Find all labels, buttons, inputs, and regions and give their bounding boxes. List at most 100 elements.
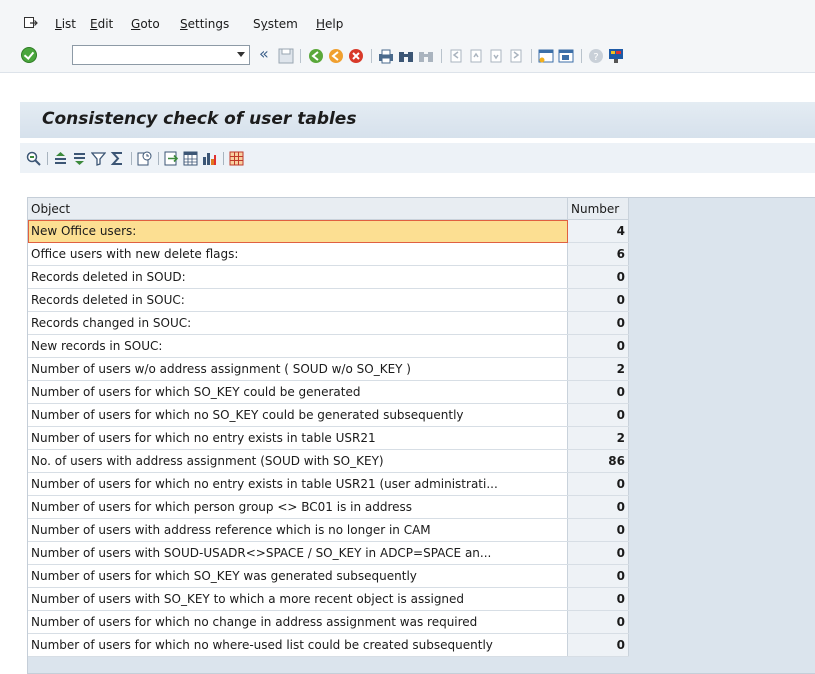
- find-next-icon[interactable]: [418, 48, 434, 64]
- object-cell[interactable]: Number of users for which no change in a…: [28, 610, 568, 634]
- next-page-icon[interactable]: [488, 48, 504, 64]
- object-cell[interactable]: Number of users for which no entry exist…: [28, 426, 568, 450]
- save-icon[interactable]: [278, 48, 294, 64]
- menu-exit-icon[interactable]: [24, 17, 38, 29]
- number-cell[interactable]: 0: [567, 541, 629, 565]
- number-cell[interactable]: 0: [567, 380, 629, 404]
- object-cell[interactable]: Number of users with SO_KEY to which a m…: [28, 587, 568, 611]
- sort-descending-icon[interactable]: [72, 151, 87, 166]
- object-cell[interactable]: Number of users w/o address assignment (…: [28, 357, 568, 381]
- cancel-icon[interactable]: [348, 48, 364, 64]
- svg-text:?: ?: [593, 52, 598, 63]
- back-icon[interactable]: [308, 48, 324, 64]
- table-row[interactable]: Number of users for which no entry exist…: [28, 472, 629, 496]
- menu-list[interactable]: List: [55, 17, 76, 31]
- table-row[interactable]: Office users with new delete flags: 6: [28, 242, 629, 266]
- total-icon[interactable]: [110, 151, 125, 166]
- number-cell[interactable]: 0: [567, 334, 629, 358]
- number-cell[interactable]: 86: [567, 449, 629, 473]
- number-cell[interactable]: 0: [567, 311, 629, 335]
- exit-icon[interactable]: [328, 48, 344, 64]
- table-row[interactable]: No. of users with address assignment (SO…: [28, 449, 629, 473]
- object-cell[interactable]: Number of users for which no entry exist…: [28, 472, 568, 496]
- table-row[interactable]: Records deleted in SOUC: 0: [28, 288, 629, 312]
- object-cell[interactable]: Records deleted in SOUD:: [28, 265, 568, 289]
- table-row[interactable]: Number of users with SO_KEY to which a m…: [28, 587, 629, 611]
- command-field[interactable]: [72, 45, 250, 65]
- object-cell[interactable]: No. of users with address assignment (SO…: [28, 449, 568, 473]
- menu-settings[interactable]: Settings: [180, 17, 229, 31]
- number-cell[interactable]: 2: [567, 426, 629, 450]
- table-row[interactable]: Number of users for which SO_KEY was gen…: [28, 564, 629, 588]
- number-cell[interactable]: 0: [567, 288, 629, 312]
- table-row[interactable]: New Office users: 4: [28, 219, 629, 243]
- object-cell[interactable]: Number of users for which SO_KEY could b…: [28, 380, 568, 404]
- object-cell[interactable]: Number of users with SOUD-USADR<>SPACE /…: [28, 541, 568, 565]
- details-icon[interactable]: [26, 151, 41, 166]
- table-row[interactable]: Number of users for which no entry exist…: [28, 426, 629, 450]
- object-cell[interactable]: Office users with new delete flags:: [28, 242, 568, 266]
- object-cell[interactable]: Number of users with address reference w…: [28, 518, 568, 542]
- double-chevron-left-icon[interactable]: «: [259, 44, 269, 64]
- object-cell[interactable]: Records deleted in SOUC:: [28, 288, 568, 312]
- find-icon[interactable]: [398, 48, 414, 64]
- number-cell[interactable]: 0: [567, 403, 629, 427]
- table-row[interactable]: Records changed in SOUC: 0: [28, 311, 629, 335]
- number-cell[interactable]: 0: [567, 564, 629, 588]
- number-cell[interactable]: 0: [567, 472, 629, 496]
- chevron-down-icon[interactable]: [237, 52, 245, 57]
- filter-icon[interactable]: [91, 151, 106, 166]
- object-cell[interactable]: Number of users for which person group <…: [28, 495, 568, 519]
- object-cell[interactable]: Number of users for which no where-used …: [28, 633, 568, 657]
- table-row[interactable]: Number of users for which SO_KEY could b…: [28, 380, 629, 404]
- menu-edit[interactable]: Edit: [90, 17, 113, 31]
- table-row[interactable]: Number of users for which no change in a…: [28, 610, 629, 634]
- table-row[interactable]: Number of users for which no SO_KEY coul…: [28, 403, 629, 427]
- menu-goto[interactable]: Goto: [131, 17, 160, 31]
- number-cell[interactable]: 0: [567, 633, 629, 657]
- number-cell[interactable]: 6: [567, 242, 629, 266]
- object-cell[interactable]: New records in SOUC:: [28, 334, 568, 358]
- table-row[interactable]: Number of users with address reference w…: [28, 518, 629, 542]
- toolbar-divider: [581, 49, 582, 63]
- number-cell[interactable]: 4: [567, 219, 629, 243]
- number-cell[interactable]: 0: [567, 610, 629, 634]
- graphic-icon[interactable]: [202, 151, 217, 166]
- new-session-icon[interactable]: [538, 48, 554, 64]
- help-icon[interactable]: ?: [588, 48, 604, 64]
- spreadsheet-icon[interactable]: [183, 151, 198, 166]
- table-row[interactable]: Number of users for which no where-used …: [28, 633, 629, 657]
- table-row[interactable]: Number of users w/o address assignment (…: [28, 357, 629, 381]
- customize-layout-icon[interactable]: [608, 48, 624, 64]
- column-header-number[interactable]: Number: [567, 198, 629, 220]
- last-page-icon[interactable]: [508, 48, 524, 64]
- toolbar-divider: [531, 49, 532, 63]
- table-row[interactable]: New records in SOUC: 0: [28, 334, 629, 358]
- object-cell[interactable]: New Office users:: [28, 219, 568, 243]
- enter-icon[interactable]: [21, 47, 37, 63]
- object-cell[interactable]: Records changed in SOUC:: [28, 311, 568, 335]
- export-icon[interactable]: [164, 151, 179, 166]
- menu-system[interactable]: System: [253, 17, 298, 31]
- menu-help[interactable]: Help: [316, 17, 343, 31]
- object-cell[interactable]: Number of users for which SO_KEY was gen…: [28, 564, 568, 588]
- shortcut-icon[interactable]: [558, 48, 574, 64]
- layout-icon[interactable]: [229, 151, 244, 166]
- number-cell[interactable]: 0: [567, 495, 629, 519]
- subtotal-icon[interactable]: [137, 151, 152, 166]
- print-icon[interactable]: [378, 48, 394, 64]
- first-page-icon[interactable]: [448, 48, 464, 64]
- previous-page-icon[interactable]: [468, 48, 484, 64]
- sort-ascending-icon[interactable]: [53, 151, 68, 166]
- table-row[interactable]: Records deleted in SOUD: 0: [28, 265, 629, 289]
- number-cell[interactable]: 0: [567, 265, 629, 289]
- table-body: New Office users: 4 Office users with new …: [28, 219, 629, 657]
- object-cell[interactable]: Number of users for which no SO_KEY coul…: [28, 403, 568, 427]
- table-row[interactable]: Number of users with SOUD-USADR<>SPACE /…: [28, 541, 629, 565]
- number-cell[interactable]: 2: [567, 357, 629, 381]
- number-cell[interactable]: 0: [567, 587, 629, 611]
- table-row[interactable]: Number of users for which person group <…: [28, 495, 629, 519]
- column-header-object[interactable]: Object: [28, 198, 568, 220]
- alv-grid: Object Number New Office users: 4 Office u…: [27, 197, 815, 674]
- number-cell[interactable]: 0: [567, 518, 629, 542]
